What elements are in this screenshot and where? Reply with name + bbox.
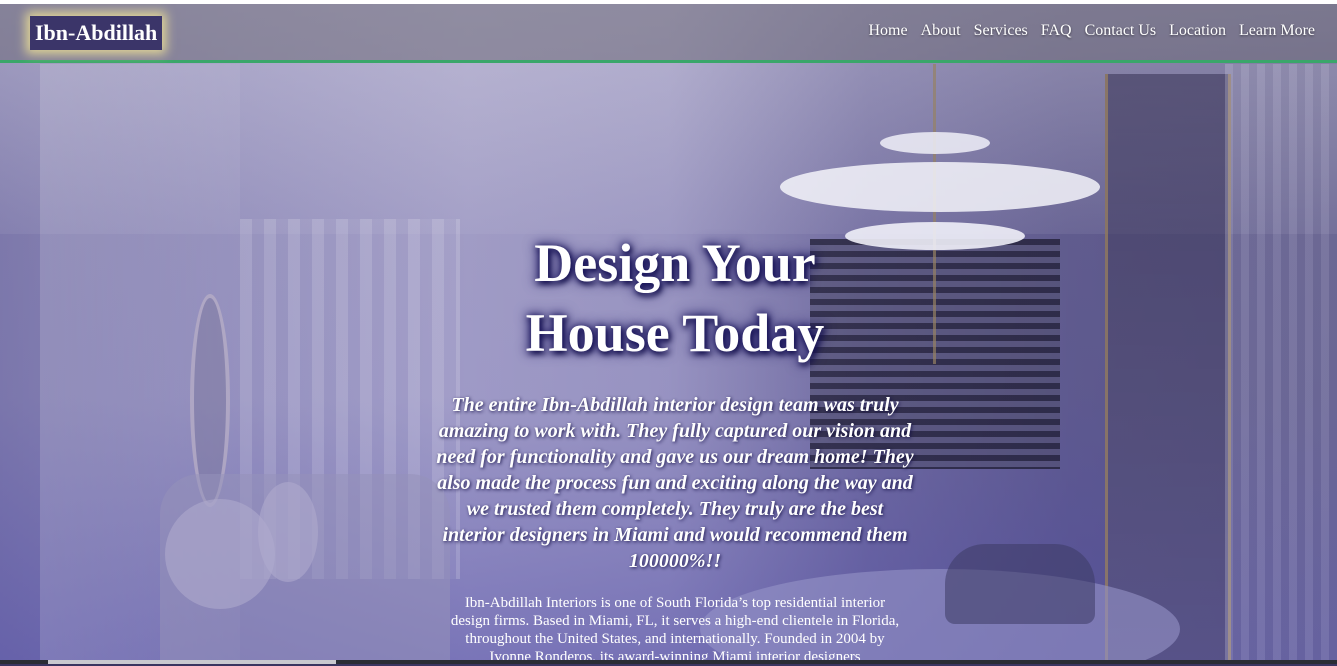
hero-title-line-1: Design Your — [534, 233, 816, 293]
nav-about[interactable]: About — [921, 22, 961, 40]
top-border — [0, 0, 1337, 4]
main-nav: Home About Services FAQ Contact Us Locat… — [868, 22, 1315, 40]
navbar: Ibn-Abdillah Home About Services FAQ Con… — [0, 4, 1337, 63]
right-wall-panels — [1225, 64, 1337, 660]
testimonial-quote: The entire Ibn-Abdillah interior design … — [436, 394, 914, 572]
pendant-lamp — [780, 162, 1100, 212]
about-paragraph: Ibn-Abdillah Interiors is one of South F… — [450, 595, 900, 665]
nav-learn-more[interactable]: Learn More — [1239, 22, 1315, 40]
nav-faq[interactable]: FAQ — [1041, 22, 1072, 40]
chair — [945, 544, 1095, 624]
nav-location[interactable]: Location — [1169, 22, 1226, 40]
nav-services[interactable]: Services — [974, 22, 1028, 40]
pendant-rod — [933, 64, 936, 364]
site-logo[interactable]: Ibn-Abdillah — [30, 16, 163, 50]
glass-cabinet — [1105, 74, 1231, 660]
hero-title-line-2: House Today — [525, 303, 825, 363]
pillow — [258, 482, 318, 582]
pendant-lamp — [880, 132, 990, 154]
nav-home[interactable]: Home — [868, 22, 907, 40]
hero-title: Design Your House Today — [440, 228, 910, 368]
nav-contact-us[interactable]: Contact Us — [1085, 22, 1157, 40]
scrollbar-thumb[interactable] — [48, 660, 336, 664]
